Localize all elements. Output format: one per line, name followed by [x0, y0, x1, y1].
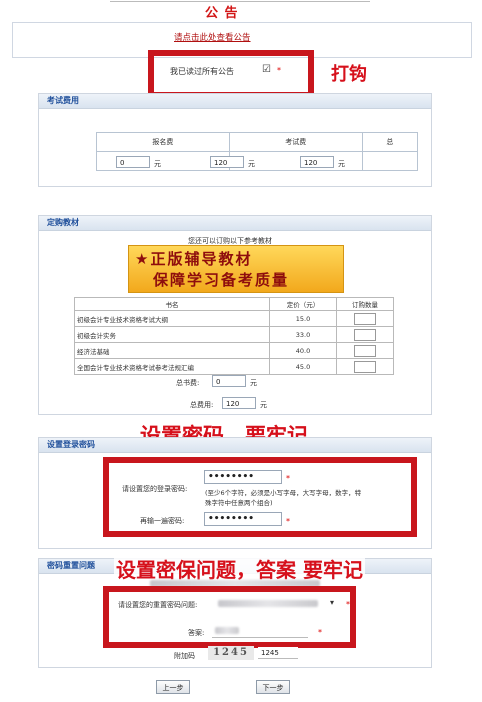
registration-fee-unit: 元 — [154, 160, 161, 168]
grand-total-label: 总费用: — [190, 401, 214, 409]
books-col-name: 书名 — [74, 297, 270, 311]
prev-button[interactable]: 上一步 — [156, 680, 190, 694]
grand-total-unit: 元 — [260, 401, 267, 409]
notice-title: 公 告 — [205, 6, 239, 21]
table-row: 初级会计实务 33.0 — [74, 326, 394, 343]
annotation-security: 设置密保问题，答案 要牢记 — [114, 554, 365, 583]
book-name: 初级会计实务 — [74, 326, 270, 343]
annotation-tick: 打钩 — [331, 64, 367, 85]
blurred-question — [218, 600, 318, 607]
password-input[interactable]: •••••••• — [204, 470, 282, 484]
books-table: 书名 定价（元） 订购数量 初级会计专业技术资格考试大纲 15.0 初级会计实务… — [74, 297, 394, 375]
top-rule — [110, 1, 370, 2]
next-button[interactable]: 下一步 — [256, 680, 290, 694]
books-col-price: 定价（元） — [269, 297, 337, 311]
question-label: 请设置您的重置密码问题: — [118, 601, 198, 609]
total-fee-unit: 元 — [338, 160, 345, 168]
question-select[interactable]: ▾ — [214, 597, 334, 610]
login-header: 设置登录密码 — [39, 438, 431, 453]
notice-link[interactable]: 请点击此处查看公告 — [174, 31, 251, 43]
book-qty-input[interactable] — [354, 328, 376, 341]
confirm-required: * — [286, 517, 290, 526]
fee-col-registration: 报名费 — [96, 132, 230, 152]
book-total-label: 总书费: — [176, 379, 200, 387]
banner-line-1: ★正版辅导教材 — [135, 250, 253, 268]
grand-total-input[interactable]: 120 — [222, 397, 256, 409]
book-total-input[interactable]: 0 — [212, 375, 246, 387]
annotation-box-tick — [148, 50, 314, 98]
confirm-password-input[interactable]: •••••••• — [204, 512, 282, 526]
banner-line-2: 保障学习备考质量 — [153, 271, 290, 289]
password-required: * — [286, 474, 290, 483]
captcha-image: 1245 — [208, 646, 254, 660]
answer-input[interactable] — [212, 624, 308, 638]
registration-fee-input[interactable]: 0 — [116, 156, 150, 168]
books-banner: ★正版辅导教材 保障学习备考质量 — [128, 245, 344, 293]
answer-label: 答案: — [188, 629, 205, 637]
book-price: 45.0 — [269, 358, 337, 375]
fee-col-exam: 考试费 — [228, 132, 363, 152]
confirm-label: 再输一遍密码: — [140, 517, 185, 525]
table-row: 初级会计专业技术资格考试大纲 15.0 — [74, 310, 394, 327]
exam-fee-unit: 元 — [248, 160, 255, 168]
books-header: 定购教材 — [39, 216, 431, 231]
blurred-answer — [215, 627, 239, 634]
password-hint-2: 殊字符中任意两个组合) — [205, 499, 273, 507]
book-name: 初级会计专业技术资格考试大纲 — [74, 310, 270, 327]
book-total-unit: 元 — [250, 379, 257, 387]
answer-required: * — [318, 628, 322, 637]
total-fee-input[interactable]: 120 — [300, 156, 334, 168]
question-required: * — [346, 600, 350, 609]
captcha-input[interactable]: 1245 — [258, 647, 298, 659]
book-price: 40.0 — [269, 342, 337, 359]
exam-fee-input[interactable]: 120 — [210, 156, 244, 168]
password-hint-1: (至少6个字符，必须是小写字母，大写字母，数字，特 — [205, 489, 362, 497]
book-qty-input[interactable] — [354, 360, 376, 373]
fee-col-total: 总 — [361, 132, 419, 152]
password-label: 请设置您的登录密码: — [122, 485, 188, 493]
book-name: 全国会计专业技术资格考试参考法规汇编 — [74, 358, 270, 375]
book-qty-input[interactable] — [354, 344, 376, 357]
book-qty-input[interactable] — [354, 312, 376, 325]
table-row: 全国会计专业技术资格考试参考法规汇编 45.0 — [74, 358, 394, 375]
table-row: 经济法基础 40.0 — [74, 342, 394, 359]
annotation-box-security — [103, 586, 356, 648]
book-price: 33.0 — [269, 326, 337, 343]
books-col-qty: 订购数量 — [336, 297, 394, 311]
captcha-label: 附加码 — [174, 652, 195, 660]
book-price: 15.0 — [269, 310, 337, 327]
chevron-down-icon[interactable]: ▾ — [330, 598, 334, 607]
fees-header: 考试费用 — [39, 94, 431, 109]
book-name: 经济法基础 — [74, 342, 270, 359]
